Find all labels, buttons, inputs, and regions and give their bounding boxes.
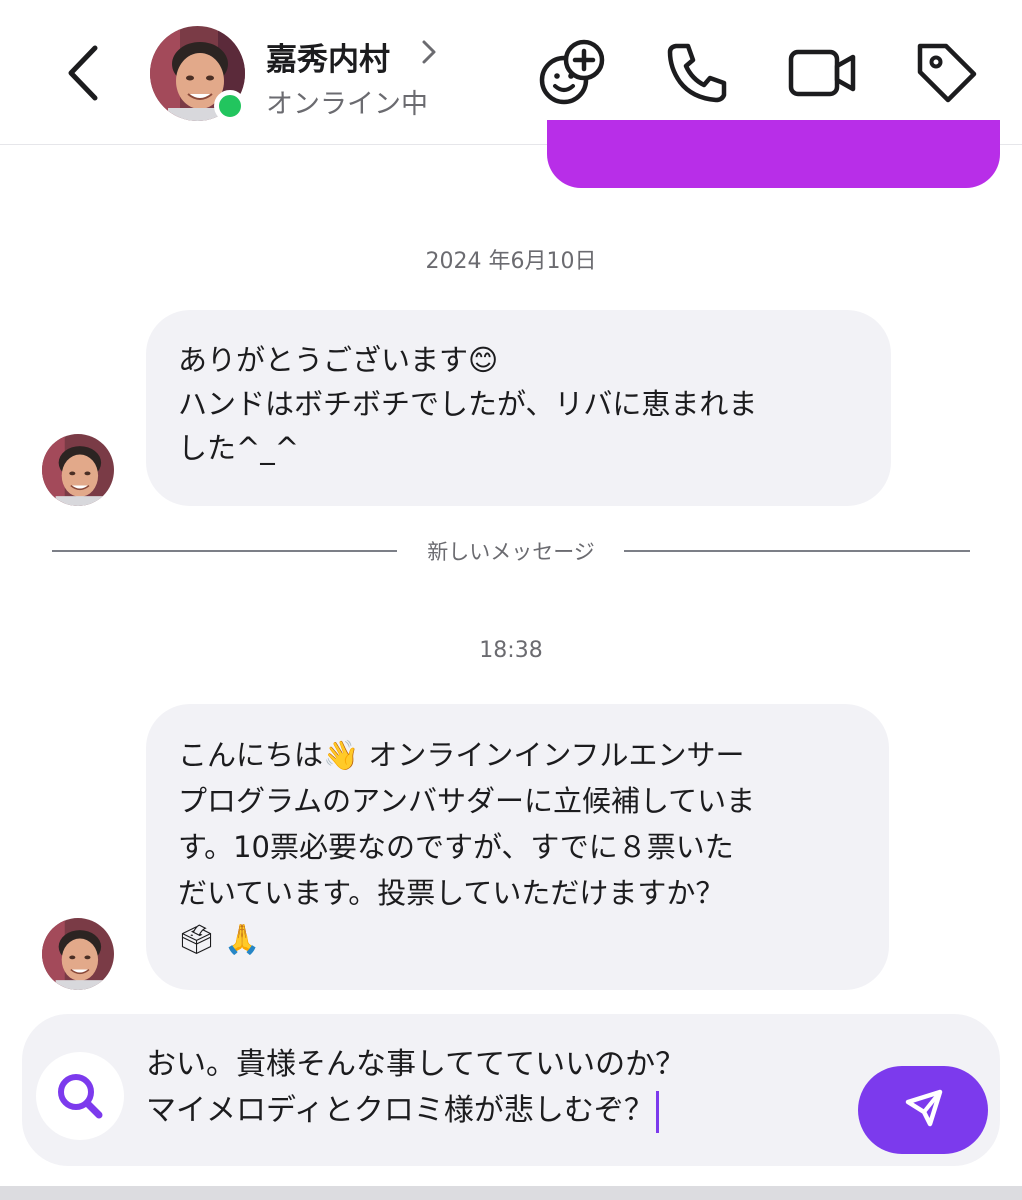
message-input[interactable]: おい。貴様そんな事しててていいのか？ マイメロディとクロミ様が悲しむぞ？ xyxy=(146,1042,685,1134)
input-text-line: おい。貴様そんな事しててていいのか？ xyxy=(146,1047,686,1082)
received-message-bubble[interactable]: こんにちは👋 オンラインインフルエンサー プログラムのアンバサダーに立候補してい… xyxy=(146,704,889,990)
sender-avatar[interactable] xyxy=(42,434,114,506)
new-messages-label: 新しいメッセージ xyxy=(427,540,595,564)
send-button[interactable] xyxy=(858,1066,988,1154)
contact-name[interactable]: 嘉秀内村 xyxy=(266,34,390,79)
message-text-line: こんにちは👋 オンラインインフルエンサー xyxy=(178,738,745,772)
back-button[interactable] xyxy=(55,38,115,108)
message-text-line: 🗳 🙏 xyxy=(178,922,261,956)
message-composer[interactable]: おい。貴様そんな事しててていいのか？ マイメロディとクロミ様が悲しむぞ？ xyxy=(22,1014,1000,1166)
add-emoji-icon[interactable] xyxy=(536,36,608,108)
phone-icon[interactable] xyxy=(662,36,734,108)
bottom-bar xyxy=(0,1186,1022,1200)
date-separator: 2024 年6月10日 xyxy=(425,249,597,274)
sender-avatar[interactable] xyxy=(42,918,114,990)
message-text-line: す。10票必要なのですが、すでに８票いた xyxy=(178,830,734,864)
tag-icon[interactable] xyxy=(910,36,982,108)
new-messages-divider: 新しいメッセージ xyxy=(52,536,970,566)
received-message-bubble[interactable]: ありがとうございます😊 ハンドはボチボチでしたが、リバに恵まれま した^_^ xyxy=(146,310,891,506)
chevron-right-icon[interactable] xyxy=(416,36,442,68)
text-caret xyxy=(655,1090,659,1133)
online-status-dot xyxy=(214,90,246,122)
send-icon xyxy=(905,1089,943,1127)
chevron-left-icon xyxy=(68,45,98,101)
message-text-line: ありがとうございます😊 xyxy=(178,343,499,377)
input-text-line: マイメロディとクロミ様が悲しむぞ？ xyxy=(146,1093,654,1128)
search-icon xyxy=(58,1074,103,1119)
time-separator: 18:38 xyxy=(479,638,543,663)
message-text-line: だいています。投票していただけますか？ xyxy=(178,876,725,910)
search-button[interactable] xyxy=(36,1052,124,1140)
message-text-line: した^_^ xyxy=(178,431,300,465)
video-icon[interactable] xyxy=(786,36,858,108)
message-text-line: プログラムのアンバサダーに立候補していま xyxy=(178,784,756,818)
sent-message-bubble xyxy=(547,120,1000,188)
contact-status: オンライン中 xyxy=(266,89,428,120)
message-text-line: ハンドはボチボチでしたが、リバに恵まれま xyxy=(178,387,758,421)
